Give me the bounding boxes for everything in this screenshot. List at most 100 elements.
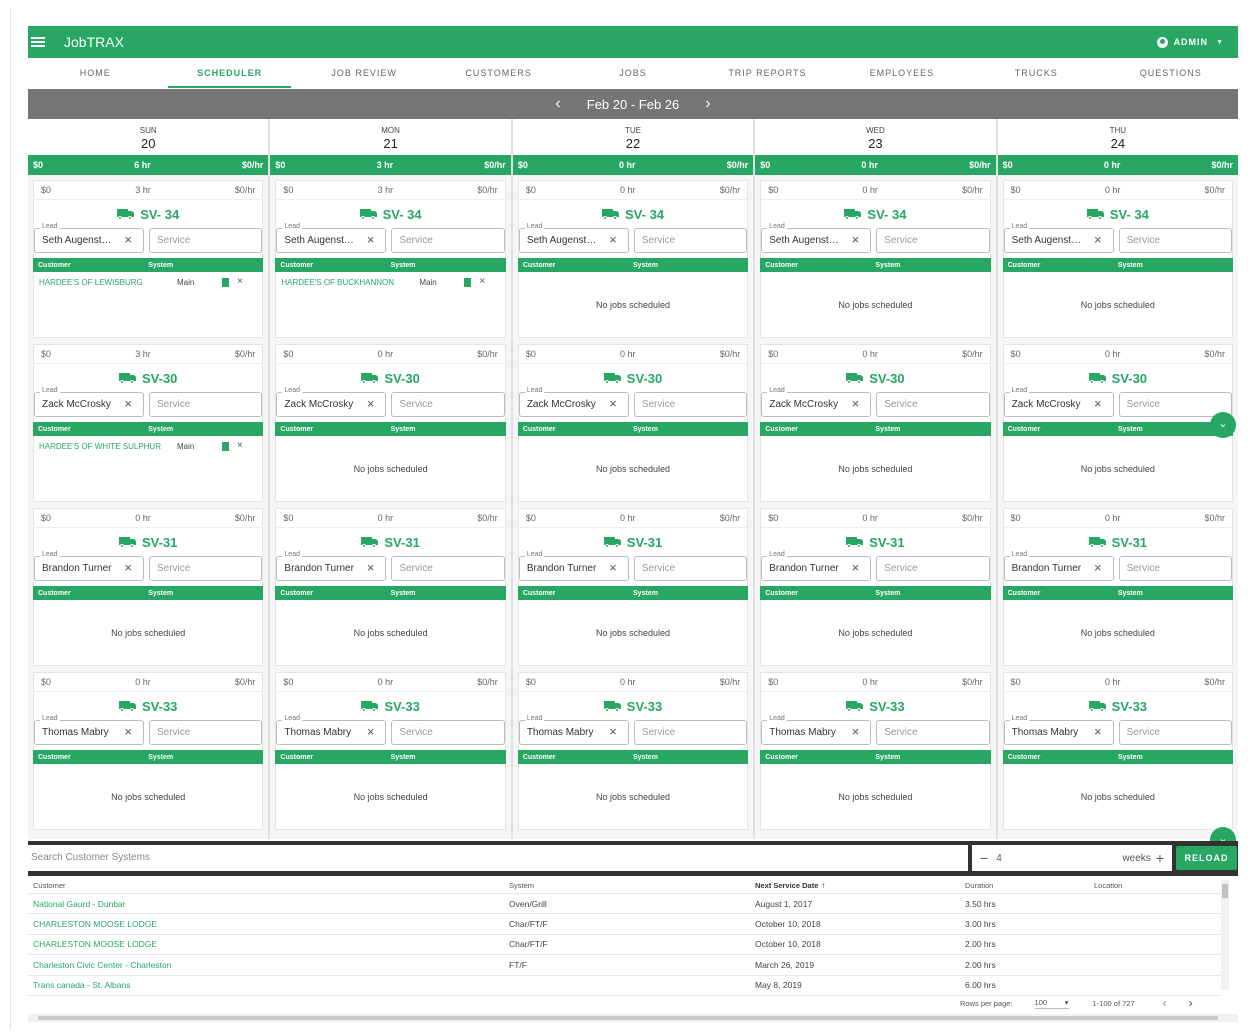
- lead-select[interactable]: Lead Brandon Turner ×: [761, 551, 872, 581]
- service-select[interactable]: Service: [633, 720, 748, 745]
- close-icon[interactable]: ×: [124, 397, 132, 411]
- admin-menu-button[interactable]: ADMIN ▼: [1156, 36, 1224, 48]
- close-icon[interactable]: ×: [367, 233, 375, 247]
- close-icon[interactable]: ×: [1094, 233, 1102, 247]
- tab-trucks[interactable]: TRUCKS: [969, 58, 1103, 88]
- service-select[interactable]: Service: [149, 228, 263, 253]
- service-select[interactable]: Service: [633, 392, 748, 417]
- fab-expand-button[interactable]: ⌄: [1210, 412, 1236, 438]
- lead-select[interactable]: Lead Zack McCrosky ×: [1003, 387, 1114, 417]
- service-select[interactable]: Service: [1118, 228, 1233, 253]
- tab-questions[interactable]: QUESTIONS: [1104, 58, 1238, 88]
- job-row[interactable]: HARDEE'S OF BUCKHANNON Main ×: [276, 272, 504, 289]
- close-icon[interactable]: ×: [609, 561, 617, 575]
- service-select[interactable]: Service: [633, 228, 748, 253]
- search-customer-systems-input[interactable]: Search Customer Systems: [28, 845, 968, 871]
- table-row[interactable]: CHARLESTON MOOSE LODGE Char/FT/F October 1…: [28, 935, 1222, 956]
- service-select[interactable]: Service: [391, 228, 505, 253]
- service-select[interactable]: Service: [391, 392, 505, 417]
- lead-select[interactable]: Lead Brandon Turner ×: [34, 551, 144, 581]
- service-select[interactable]: Service: [149, 720, 263, 745]
- close-icon[interactable]: ×: [609, 725, 617, 739]
- column-customer[interactable]: Customer: [28, 881, 509, 890]
- column-system[interactable]: System: [509, 881, 755, 890]
- chevron-right-icon[interactable]: ›: [705, 96, 710, 112]
- service-select[interactable]: Service: [1118, 720, 1233, 745]
- lead-select[interactable]: Lead Seth Augenstein ×: [34, 223, 144, 253]
- tab-trip-reports[interactable]: TRIP REPORTS: [700, 58, 834, 88]
- lead-select[interactable]: Lead Brandon Turner ×: [1003, 551, 1114, 581]
- customer-link[interactable]: CHARLESTON MOOSE LODGE: [28, 919, 509, 929]
- minus-icon[interactable]: −: [980, 850, 988, 866]
- note-icon[interactable]: [222, 442, 229, 451]
- service-select[interactable]: Service: [633, 556, 748, 581]
- lead-select[interactable]: Lead Brandon Turner ×: [518, 551, 629, 581]
- lead-select[interactable]: Lead Thomas Mabry ×: [518, 715, 629, 745]
- tab-employees[interactable]: EMPLOYEES: [835, 58, 969, 88]
- plus-icon[interactable]: +: [1156, 850, 1164, 866]
- weeks-stepper[interactable]: − 4 weeks +: [972, 845, 1172, 871]
- tab-job-review[interactable]: JOB REVIEW: [297, 58, 431, 88]
- close-icon[interactable]: ×: [852, 725, 860, 739]
- note-icon[interactable]: [222, 278, 229, 287]
- close-icon[interactable]: ×: [1094, 397, 1102, 411]
- customer-link[interactable]: National Gaurd - Dunbar: [28, 899, 509, 909]
- close-icon[interactable]: ×: [1094, 561, 1102, 575]
- column-location[interactable]: Location: [1094, 881, 1214, 890]
- lead-select[interactable]: Lead Brandon Turner ×: [276, 551, 387, 581]
- close-icon[interactable]: ×: [609, 233, 617, 247]
- service-select[interactable]: Service: [149, 392, 263, 417]
- chevron-left-icon[interactable]: ‹: [555, 96, 560, 112]
- table-row[interactable]: National Gaurd - Dunbar Oven/Grill August …: [28, 894, 1222, 915]
- close-icon[interactable]: ×: [367, 725, 375, 739]
- lead-select[interactable]: Lead Thomas Mabry ×: [276, 715, 387, 745]
- service-select[interactable]: Service: [149, 556, 263, 581]
- weeks-value[interactable]: 4: [996, 853, 1122, 864]
- close-icon[interactable]: ×: [124, 233, 132, 247]
- customer-link[interactable]: Charleston Civic Center - Charleston: [28, 960, 509, 970]
- prev-page-icon[interactable]: ‹: [1163, 996, 1167, 1010]
- close-icon[interactable]: ×: [479, 276, 485, 288]
- close-icon[interactable]: ×: [852, 397, 860, 411]
- service-select[interactable]: Service: [876, 228, 990, 253]
- tab-customers[interactable]: CUSTOMERS: [431, 58, 565, 88]
- lead-select[interactable]: Lead Zack McCrosky ×: [276, 387, 387, 417]
- lead-select[interactable]: Lead Seth Augenstein ×: [1003, 223, 1114, 253]
- close-icon[interactable]: ×: [852, 561, 860, 575]
- close-icon[interactable]: ×: [852, 233, 860, 247]
- service-select[interactable]: Service: [876, 556, 990, 581]
- lead-select[interactable]: Lead Thomas Mabry ×: [34, 715, 144, 745]
- lead-select[interactable]: Lead Seth Augenstein ×: [518, 223, 629, 253]
- next-page-icon[interactable]: ›: [1189, 996, 1193, 1010]
- reload-button[interactable]: RELOAD: [1176, 846, 1237, 870]
- customer-link[interactable]: Trans canada - St. Albans: [28, 980, 509, 990]
- lead-select[interactable]: Lead Thomas Mabry ×: [761, 715, 872, 745]
- service-select[interactable]: Service: [391, 556, 505, 581]
- job-customer-link[interactable]: HARDEE'S OF WHITE SULPHUR: [39, 440, 177, 453]
- close-icon[interactable]: ×: [609, 397, 617, 411]
- close-icon[interactable]: ×: [237, 440, 243, 452]
- service-select[interactable]: Service: [391, 720, 505, 745]
- service-select[interactable]: Service: [876, 720, 990, 745]
- job-row[interactable]: HARDEE'S OF LEWISBURG Main ×: [34, 272, 262, 289]
- lead-select[interactable]: Lead Zack McCrosky ×: [518, 387, 629, 417]
- horizontal-scrollbar[interactable]: [28, 1014, 1238, 1022]
- note-icon[interactable]: [464, 278, 472, 287]
- table-scrollbar[interactable]: [1221, 880, 1229, 990]
- job-customer-link[interactable]: HARDEE'S OF LEWISBURG: [39, 276, 177, 289]
- rows-per-page-select[interactable]: 100 ▾: [1034, 998, 1069, 1009]
- lead-select[interactable]: Lead Zack McCrosky ×: [34, 387, 144, 417]
- close-icon[interactable]: ×: [124, 561, 132, 575]
- close-icon[interactable]: ×: [367, 561, 375, 575]
- tab-jobs[interactable]: JOBS: [566, 58, 700, 88]
- service-select[interactable]: Service: [1118, 556, 1233, 581]
- column-duration[interactable]: Duration: [965, 881, 1094, 890]
- table-row[interactable]: Trans canada - St. Albans May 8, 2019 6.00…: [28, 976, 1222, 996]
- table-row[interactable]: Charleston Civic Center - Charleston FT/F…: [28, 955, 1222, 976]
- column-next-service-date[interactable]: Next Service Date ↑: [755, 881, 965, 890]
- customer-link[interactable]: CHARLESTON MOOSE LODGE: [28, 939, 509, 949]
- close-icon[interactable]: ×: [1094, 725, 1102, 739]
- lead-select[interactable]: Lead Seth Augenstein ×: [761, 223, 872, 253]
- job-row[interactable]: HARDEE'S OF WHITE SULPHUR Main ×: [34, 436, 262, 453]
- lead-select[interactable]: Lead Seth Augenstein ×: [276, 223, 387, 253]
